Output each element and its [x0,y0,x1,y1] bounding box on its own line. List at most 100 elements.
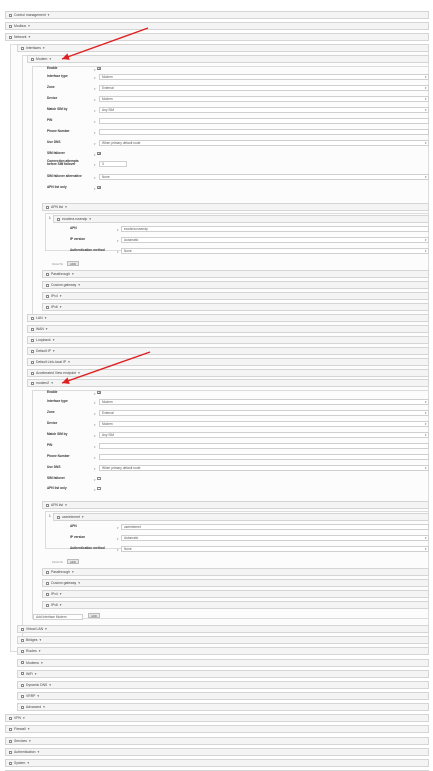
section-custom-gateway[interactable]: Custom gateway ▾ [42,579,429,587]
section-lan[interactable]: LAN ▾ [27,314,429,322]
field-value: Modem [102,74,113,79]
section-modem[interactable]: Modem ▾ [27,55,429,63]
checkbox[interactable]: ✔ [97,185,101,190]
select-field[interactable]: None ▾ [99,174,429,180]
add-button[interactable]: ADD [67,559,79,564]
help-icon: ▾ [117,525,119,530]
text-field[interactable]: userinternet [121,524,429,530]
text-field[interactable] [99,443,429,449]
section-firewall[interactable]: Firewall ▾ [5,725,429,733]
field-label: IP version [70,237,86,241]
section-apn-list[interactable]: APN list ▾ [42,501,429,509]
section-default-ip[interactable]: Default IP ▾ [27,347,429,355]
chevron-down-icon: ▾ [424,546,427,551]
section-label: WAN [36,327,44,331]
section-passthrough[interactable]: Passthrough ▾ [42,568,429,576]
select-field[interactable]: Any SIM ▾ [99,107,429,113]
checkbox[interactable]: ✔ [97,390,101,395]
section-system[interactable]: System ▾ [5,759,429,767]
section-control-management[interactable]: Control management ▾ [5,11,429,19]
select-field[interactable]: When primary default route ▾ [99,140,429,146]
section-routes[interactable]: Routes ▾ [17,647,429,656]
section-passthrough[interactable]: Passthrough ▾ [42,270,429,278]
section-userinternet[interactable]: userinternet ▾ [53,513,429,521]
section-wan[interactable]: WAN ▾ [27,325,429,333]
section-modems[interactable]: Modems ▾ [17,658,429,667]
field-value: Automatic [124,535,139,540]
section-toggle-icon [46,581,49,585]
select-field[interactable]: Modem ▾ [99,74,429,80]
text-field[interactable]: ecodera.rcsendp [121,226,429,232]
field-value: None [124,546,132,551]
section-dynamic-dns[interactable]: Dynamic DNS ▾ [17,681,429,689]
section-modbus[interactable]: Modbus ▾ [5,22,429,30]
select-field[interactable]: External ▾ [99,85,429,91]
section-label: Advanced [26,705,42,710]
section-advanced[interactable]: Advanced ▾ [17,703,429,712]
section-vrrp[interactable]: VRRP ▾ [17,692,429,701]
text-field[interactable]: 3 [99,161,127,167]
section-vpn[interactable]: VPN ▾ [5,714,429,722]
checkbox[interactable]: ✔ [97,151,101,156]
chevron-down-icon: ▾ [78,581,80,585]
section-wifi[interactable]: WiFi ▾ [17,669,429,678]
section-toggle-icon [31,360,34,364]
field-value: External [102,410,114,415]
chevron-down-icon: ▾ [424,96,427,101]
select-field[interactable]: External ▾ [99,410,429,416]
select-field[interactable]: Any SIM ▾ [99,432,429,438]
section-apn-list[interactable]: APN list ▾ [42,203,429,211]
text-field[interactable] [99,118,429,124]
section-default-link-local-ip[interactable]: Default Link-local IP ▾ [27,358,429,366]
checkbox[interactable] [97,476,101,481]
section-label: userinternet [62,515,80,519]
section-accelerated-view-endpoint[interactable]: Accelerated View endpoint ▾ [27,369,429,377]
section-modem2[interactable]: modem2 ▾ [27,379,429,387]
field-value: Automatic [124,237,139,242]
section-virtual-lan[interactable]: Virtual LAN ▾ [17,625,429,633]
help-icon: ▾ [94,391,96,396]
section-label: Custom gateway [51,581,77,585]
section-toggle-icon [46,570,49,574]
section-loopback[interactable]: Loopback ▾ [27,336,429,344]
section-ipv6[interactable]: IPv6 ▾ [42,601,429,609]
section-ipv4[interactable]: IPv4 ▾ [42,590,429,598]
field-label: Zone [47,85,55,89]
checkbox[interactable] [97,486,101,491]
section-label: VPN [14,716,21,720]
add-interface-input[interactable]: Add Interface Modem [33,614,83,620]
section-bridges[interactable]: Bridges ▾ [17,636,429,645]
section-services[interactable]: Services ▾ [5,737,429,745]
section-network[interactable]: Network ▾ [5,33,429,41]
select-field[interactable]: Automatic ▾ [121,237,429,243]
help-icon: ▾ [117,227,119,232]
checkbox[interactable]: ✔ [97,66,101,71]
add-button[interactable]: ADD [88,613,100,618]
section-interfaces[interactable]: Interfaces ▾ [17,44,429,52]
chevron-down-icon: ▾ [424,107,427,112]
select-field[interactable]: None ▾ [121,546,429,552]
text-field[interactable] [99,129,429,135]
section-ipv6[interactable]: IPv6 ▾ [42,303,429,311]
apn-footer-text: DELETE [52,262,63,266]
select-field[interactable]: When primary default route ▾ [99,465,429,471]
field-label: IP version [70,535,86,539]
add-button[interactable]: ADD [67,261,79,266]
section-authentication[interactable]: Authentication ▾ [5,748,429,756]
section-ecodera-rcsendp[interactable]: ecodera.rcsendp ▾ [53,215,429,223]
help-icon: ▾ [94,422,96,427]
select-field[interactable]: Modem ▾ [99,421,429,427]
section-label: Accelerated View endpoint [36,371,77,375]
section-ipv4[interactable]: IPv4 ▾ [42,292,429,300]
select-field[interactable]: Modem ▾ [99,399,429,405]
text-field[interactable] [99,454,429,460]
select-field[interactable]: Modem ▾ [99,96,429,102]
select-field[interactable]: None ▾ [121,248,429,254]
field-value: Modem [102,421,113,426]
select-field[interactable]: Automatic ▾ [121,535,429,541]
section-custom-gateway[interactable]: Custom gateway ▾ [42,281,429,289]
chevron-down-icon: ▾ [59,592,62,596]
field-label: Enable [47,66,58,70]
chevron-down-icon: ▾ [424,432,427,437]
section-toggle-icon [9,727,12,731]
